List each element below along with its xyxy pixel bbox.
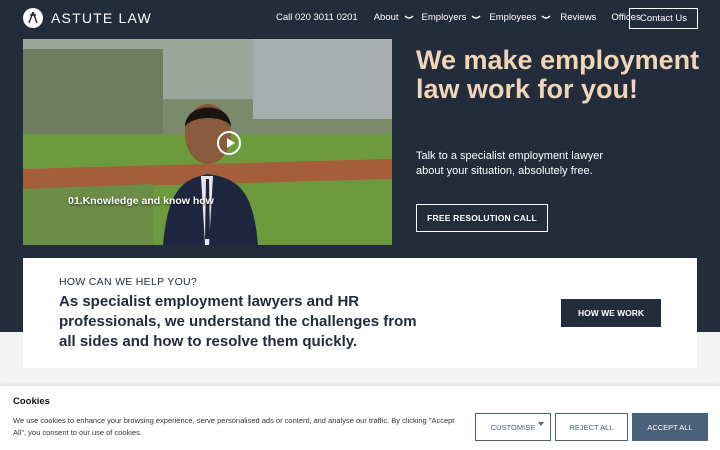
chevron-down-icon <box>471 15 481 19</box>
site-header: ASTUTE LAW Call 020 3011 0201 About Empl… <box>0 0 720 38</box>
page-title: We make employment law work for you! <box>416 45 700 104</box>
phone-link[interactable]: Call 020 3011 0201 <box>276 12 358 23</box>
nav-item-employees[interactable]: Employees <box>489 12 551 23</box>
how-we-work-button[interactable]: HOW WE WORK <box>561 299 661 327</box>
video-thumbnail <box>23 39 392 245</box>
nav-item-about[interactable]: About <box>374 12 414 23</box>
cookie-title: Cookies <box>13 396 50 407</box>
play-icon[interactable] <box>217 131 241 155</box>
accept-all-button[interactable]: ACCEPT ALL <box>632 413 708 441</box>
logo[interactable]: ASTUTE LAW <box>23 8 152 28</box>
video-caption: 01.Knowledge and know how <box>68 195 214 207</box>
reject-all-button[interactable]: REJECT ALL <box>555 413 628 441</box>
customise-label: CUSTOMISE <box>490 422 536 432</box>
free-resolution-call-button[interactable]: FREE RESOLUTION CALL <box>416 204 548 232</box>
nav-item-reviews[interactable]: Reviews <box>560 12 596 23</box>
logo-mark-icon <box>23 8 43 28</box>
chevron-down-icon <box>404 15 413 19</box>
nav-item-label: Employees <box>489 12 537 23</box>
nav-item-employers[interactable]: Employers <box>422 12 482 23</box>
caret-down-icon <box>538 422 544 426</box>
chevron-down-icon <box>541 15 551 19</box>
contact-us-button[interactable]: Contact Us <box>629 8 698 29</box>
cookie-banner: Cookies We use cookies to enhance your b… <box>0 386 720 450</box>
nav-item-label: About <box>373 12 399 23</box>
help-eyebrow: HOW CAN WE HELP YOU? <box>59 276 198 288</box>
hero-subtext: Talk to a specialist employment lawyer a… <box>416 150 604 177</box>
help-card: HOW CAN WE HELP YOU? As specialist emplo… <box>23 258 697 368</box>
nav-item-label: Employers <box>421 12 467 23</box>
brand-name: ASTUTE LAW <box>51 10 152 26</box>
hero-video[interactable]: 01.Knowledge and know how <box>23 39 392 245</box>
main-nav: Call 020 3011 0201 About Employers Emplo… <box>276 12 641 23</box>
help-text: As specialist employment lawyers and HR … <box>59 293 417 350</box>
customise-button[interactable]: CUSTOMISE <box>475 413 551 441</box>
cookie-text: We use cookies to enhance your browsing … <box>13 416 455 437</box>
